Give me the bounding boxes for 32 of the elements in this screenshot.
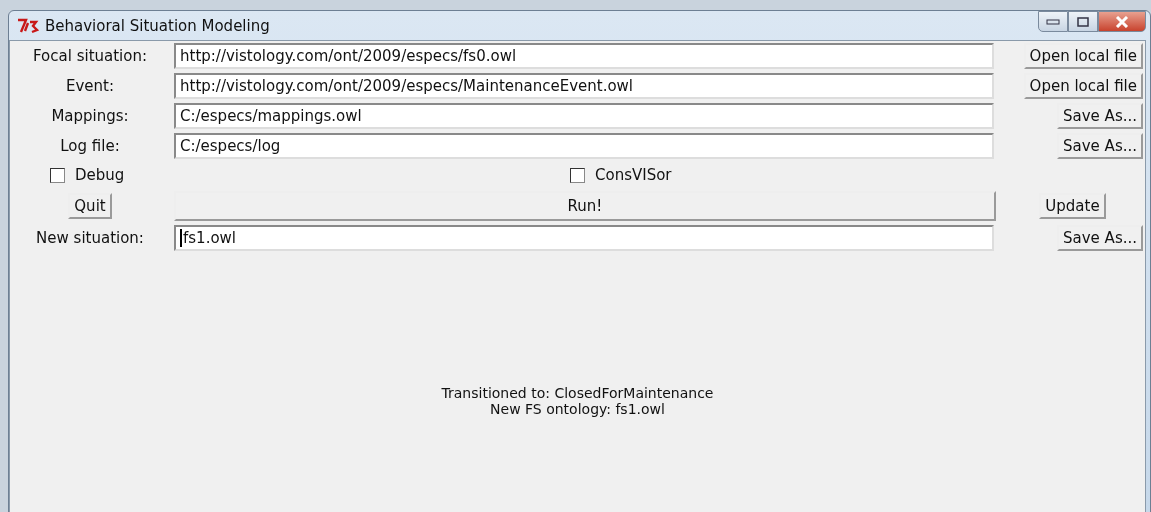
minimize-icon — [1046, 18, 1060, 25]
file-button[interactable]: Open local file — [1023, 73, 1143, 99]
maximize-button[interactable] — [1068, 11, 1098, 32]
save-as-button[interactable]: Save As... — [1057, 225, 1143, 251]
input-field[interactable]: C:/especs/log — [174, 133, 994, 159]
input-field[interactable]: http://vistology.com/ont/2009/especs/fs0.owl — [174, 43, 994, 69]
field-label: Mappings: — [50, 107, 130, 125]
checkbox[interactable] — [570, 167, 585, 183]
checkbox-label: ConsVISor — [595, 166, 672, 184]
maximize-icon — [1077, 16, 1089, 27]
file-button[interactable]: Open local file — [1023, 43, 1143, 69]
app-logo-icon — [17, 17, 39, 34]
window-title: Behavioral Situation Modeling — [45, 16, 270, 35]
file-button[interactable]: Save As... — [1057, 133, 1143, 159]
checkbox[interactable] — [50, 167, 65, 183]
run-button[interactable]: Run! — [174, 191, 996, 221]
status-text: New FS ontology: fs1.owl — [490, 401, 665, 417]
input-field[interactable]: fs1.owl — [174, 225, 994, 251]
update-button[interactable]: Update — [1039, 193, 1106, 219]
field-label: New situation: — [35, 229, 145, 247]
field-label: Event: — [65, 77, 115, 95]
field-label: Log file: — [59, 137, 121, 155]
close-button[interactable] — [1098, 11, 1146, 32]
quit-button[interactable]: Quit — [68, 193, 112, 219]
file-button[interactable]: Save As... — [1057, 103, 1143, 129]
field-label: Focal situation: — [32, 47, 148, 65]
input-field[interactable]: C:/especs/mappings.owl — [174, 103, 994, 129]
input-field[interactable]: http://vistology.com/ont/2009/especs/MaintenanceEvent.owl — [174, 73, 994, 99]
close-icon — [1115, 15, 1129, 28]
status-text: Transitioned to: ClosedForMaintenance — [441, 385, 714, 401]
minimize-button[interactable] — [1038, 11, 1068, 32]
checkbox-label: Debug — [75, 166, 125, 184]
